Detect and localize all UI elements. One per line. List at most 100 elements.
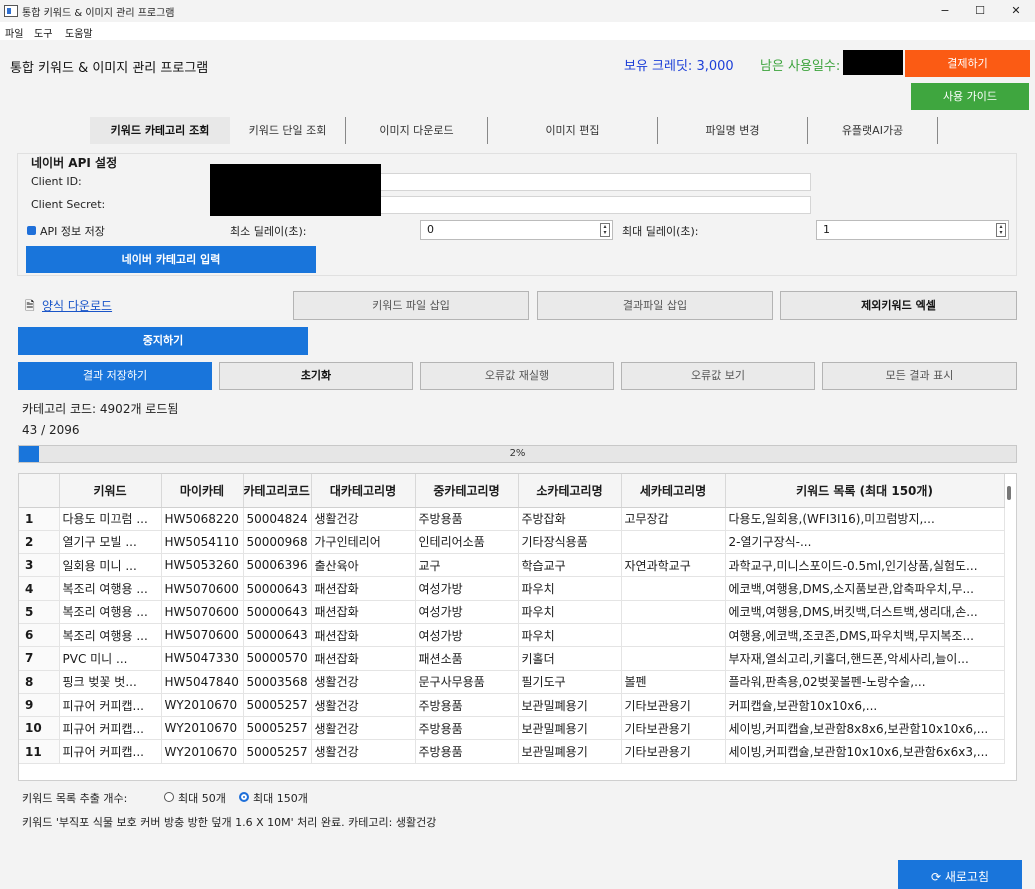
table-cell[interactable]: 인테리어소품 [415, 530, 519, 555]
table-cell[interactable]: 파우치 [518, 623, 622, 648]
table-cell[interactable]: 부자재,열쇠고리,키홀더,핸드폰,악세사리,늘이... [725, 646, 1005, 671]
table-cell[interactable]: PVC 미니 ... [59, 646, 162, 671]
table-cell[interactable]: HW5054110 [161, 530, 244, 555]
table-cell[interactable]: 여성가방 [415, 576, 519, 601]
tab-keyword-category[interactable]: 키워드 카테고리 조회 [90, 117, 230, 144]
row-number[interactable]: 6 [19, 623, 60, 648]
table-cell[interactable] [621, 600, 726, 624]
table-cell[interactable]: HW5047330 [161, 646, 244, 671]
table-cell[interactable]: 과학교구,미니스포이드-0.5ml,인기상품,실험도... [725, 553, 1005, 578]
table-cell[interactable]: 50005257 [243, 739, 312, 764]
table-cell[interactable]: 50006396 [243, 553, 312, 578]
table-cell[interactable]: 50000570 [243, 646, 312, 671]
table-cell[interactable]: 기타보관용기 [621, 693, 726, 718]
table-cell[interactable] [621, 623, 726, 648]
column-header[interactable]: 키워드 [59, 474, 162, 508]
table-cell[interactable]: HW5053260 [161, 553, 244, 578]
retry-errors-button[interactable]: 오류값 재실행 [420, 362, 614, 390]
max-delay-spinbox[interactable]: 1 ▴ ▾ [816, 220, 1009, 240]
api-save-checkbox[interactable] [27, 226, 36, 235]
table-cell[interactable]: 50000643 [243, 576, 312, 601]
keyword-file-insert-button[interactable]: 키워드 파일 삽입 [293, 291, 529, 320]
refresh-button[interactable]: ⟳ 새로고침 [898, 860, 1022, 889]
table-cell[interactable]: 볼펜 [621, 670, 726, 694]
table-row[interactable]: 4 복조리 여행용 ... HW5070600 50000643 패션잡화 여성가방 파우치… [19, 576, 1005, 601]
table-cell[interactable]: 주방용품 [415, 739, 519, 764]
table-cell[interactable]: 패션소품 [415, 646, 519, 671]
column-header[interactable]: 키워드 목록 (최대 150개) [725, 474, 1005, 508]
table-cell[interactable]: 여행용,에코백,조코존,DMS,파우치백,무지복조... [725, 623, 1005, 648]
table-cell[interactable]: 패션잡화 [311, 576, 416, 601]
table-cell[interactable]: WY2010670 [161, 716, 244, 741]
min-delay-spinbox[interactable]: 0 ▴ ▾ [420, 220, 613, 240]
table-cell[interactable]: 핑크 벚꽃 벗... [59, 670, 162, 694]
table-cell[interactable]: 50003568 [243, 670, 312, 694]
column-header[interactable]: 세카테고리명 [621, 474, 726, 508]
table-cell[interactable]: 문구사무용품 [415, 670, 519, 694]
table-cell[interactable]: 에코백,여행용,DMS,버킷백,더스트백,생리대,손... [725, 600, 1005, 624]
table-row[interactable]: 8 핑크 벚꽃 벗... HW5047840 50003568 생활건강 문구사무용품 필기… [19, 670, 1005, 694]
show-all-results-button[interactable]: 모든 결과 표시 [822, 362, 1017, 390]
table-cell[interactable]: 출산육아 [311, 553, 416, 578]
table-cell[interactable]: 생활건강 [311, 670, 416, 694]
table-cell[interactable]: 자연과학교구 [621, 553, 726, 578]
table-row[interactable]: 1 다용도 미끄럼 ... HW5068220 50004824 생활건강 주방용품 주방잡… [19, 507, 1005, 531]
table-cell[interactable]: 파우치 [518, 600, 622, 624]
table-cell[interactable]: HW5070600 [161, 576, 244, 601]
table-cell[interactable]: 생활건강 [311, 716, 416, 741]
table-row[interactable]: 9 피규어 커피캡... WY2010670 50005257 생활건강 주방용품 보관밀폐… [19, 693, 1005, 718]
exclude-keyword-excel-button[interactable]: 제외키워드 엑셀 [780, 291, 1017, 320]
reset-button[interactable]: 초기화 [219, 362, 413, 390]
menu-tools[interactable]: 도구 [34, 25, 52, 40]
table-cell[interactable] [621, 530, 726, 555]
table-cell[interactable]: 복조리 여행용 ... [59, 576, 162, 601]
tab-image-edit[interactable]: 이미지 편집 [488, 117, 658, 144]
table-cell[interactable]: 커피캡슐,보관함10x10x6,... [725, 693, 1005, 718]
table-cell[interactable]: 파우치 [518, 576, 622, 601]
table-row[interactable]: 2 열기구 모빌 ... HW5054110 50000968 가구인테리어 인테리어소품… [19, 530, 1005, 555]
table-cell[interactable]: 50000643 [243, 623, 312, 648]
table-cell[interactable]: 복조리 여행용 ... [59, 623, 162, 648]
table-cell[interactable]: 복조리 여행용 ... [59, 600, 162, 624]
table-cell[interactable]: 패션잡화 [311, 600, 416, 624]
table-cell[interactable]: 주방용품 [415, 693, 519, 718]
table-cell[interactable]: 기타장식용품 [518, 530, 622, 555]
naver-category-input-button[interactable]: 네이버 카테고리 입력 [26, 246, 316, 273]
table-cell[interactable]: 에코백,여행용,DMS,소지품보관,압축파우치,무... [725, 576, 1005, 601]
table-row[interactable]: 5 복조리 여행용 ... HW5070600 50000643 패션잡화 여성가방 파우치… [19, 600, 1005, 624]
table-cell[interactable] [621, 576, 726, 601]
table-cell[interactable]: 플라워,판촉용,02벚꽃볼펜-노랑수술,... [725, 670, 1005, 694]
row-number[interactable]: 2 [19, 530, 60, 555]
table-cell[interactable]: 가구인테리어 [311, 530, 416, 555]
column-header[interactable]: 카테고리코드 [243, 474, 312, 508]
table-cell[interactable]: 주방용품 [415, 507, 519, 531]
table-cell[interactable]: 50005257 [243, 693, 312, 718]
row-number[interactable]: 8 [19, 670, 60, 694]
tab-keyword-single[interactable]: 키워드 단일 조회 [230, 117, 346, 144]
table-cell[interactable]: 피규어 커피캡... [59, 716, 162, 741]
row-number[interactable]: 4 [19, 576, 60, 601]
table-cell[interactable]: 세이빙,커피캡슐,보관함8x8x6,보관함10x10x6,... [725, 716, 1005, 741]
radio-50[interactable] [164, 792, 174, 802]
guide-button[interactable]: 사용 가이드 [911, 83, 1029, 110]
row-number[interactable]: 1 [19, 507, 60, 531]
table-row[interactable]: 10 피규어 커피캡... WY2010670 50005257 생활건강 주방용품 보관밀… [19, 716, 1005, 741]
table-cell[interactable]: 교구 [415, 553, 519, 578]
column-header[interactable]: 마이카테 [161, 474, 244, 508]
row-number[interactable]: 7 [19, 646, 60, 671]
table-cell[interactable]: 생활건강 [311, 507, 416, 531]
table-cell[interactable]: 다용도 미끄럼 ... [59, 507, 162, 531]
table-row[interactable]: 11 피규어 커피캡... WY2010670 50005257 생활건강 주방용품 보관밀… [19, 739, 1005, 764]
row-number[interactable]: 9 [19, 693, 60, 718]
table-cell[interactable]: 50004824 [243, 507, 312, 531]
table-cell[interactable]: 세이빙,커피캡슐,보관함10x10x6,보관함6x6x3,... [725, 739, 1005, 764]
pay-button[interactable]: 결제하기 [905, 50, 1030, 77]
table-cell[interactable]: 2-열기구장식-... [725, 530, 1005, 555]
table-cell[interactable]: 50005257 [243, 716, 312, 741]
table-cell[interactable]: 보관밀폐용기 [518, 716, 622, 741]
table-cell[interactable]: 열기구 모빌 ... [59, 530, 162, 555]
table-cell[interactable]: 패션잡화 [311, 623, 416, 648]
spin-arrows-icon[interactable]: ▴ ▾ [600, 223, 610, 237]
tab-uplat-ai[interactable]: 유플랫AI가공 [808, 117, 938, 144]
table-cell[interactable]: 필기도구 [518, 670, 622, 694]
